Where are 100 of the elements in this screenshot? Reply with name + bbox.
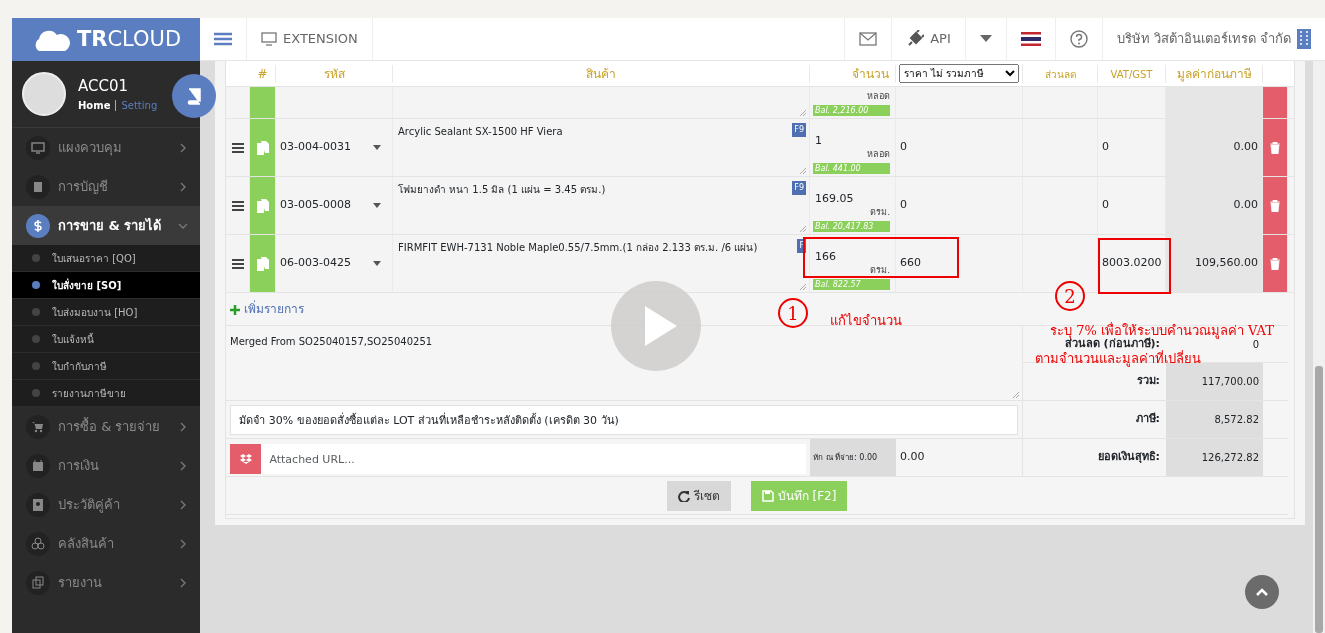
summary-value: 117,700.00 [1201, 375, 1259, 389]
setting-link[interactable]: Setting [115, 99, 158, 111]
unit-label: หลอด [867, 147, 890, 161]
submenu-item[interactable]: ใบกำกับภาษี [12, 353, 200, 380]
submenu-item[interactable]: ใบส่งมอบงาน [HO] [12, 299, 200, 326]
sidebar-item[interactable]: คลังสินค้า [12, 524, 200, 563]
vat-field[interactable]: 0 [1102, 139, 1109, 156]
column-header: มูลค่าก่อนภาษี [1176, 66, 1252, 81]
scrollbar-thumb[interactable] [1315, 366, 1323, 633]
sidebar-item[interactable]: การซื้อ & รายจ่าย [12, 407, 200, 446]
item-code: 03-004-0031 [280, 139, 351, 156]
plus-icon [230, 304, 240, 315]
flag-icon [1020, 32, 1041, 46]
dropbox-icon [239, 454, 252, 464]
quantity-field[interactable]: 166 [815, 249, 836, 266]
row-tab[interactable] [250, 119, 276, 176]
resize-grip-icon [800, 284, 806, 290]
delete-button[interactable] [1263, 177, 1288, 234]
row-tab[interactable] [250, 235, 276, 292]
drag-handle-icon [231, 258, 244, 269]
price-field[interactable]: 0 [900, 139, 907, 156]
reset-button[interactable]: รีเซต [666, 480, 731, 511]
amount-cell: 0.00 [1166, 119, 1263, 176]
unit-label: ตรม. [870, 205, 890, 219]
dropbox-button[interactable] [230, 444, 262, 474]
summary-value: 0 [1252, 337, 1259, 352]
resize-grip-icon [800, 226, 806, 232]
product-name: โฟมยางดำ หนา 1.5 มิล (1 แผ่น = 3.45 ตรม.) [398, 183, 606, 197]
chevron-up-icon [1255, 587, 1269, 597]
trash-icon [1270, 141, 1280, 154]
calendar-icon [31, 458, 45, 473]
notes-field[interactable]: Merged From SO25040157,SO25040251 [226, 326, 1022, 400]
cart-icon [31, 419, 45, 434]
monitor-icon [261, 32, 277, 46]
chevron-right-icon [178, 181, 188, 192]
summary-label: ยอดเงินสุทธิ: [1097, 449, 1160, 466]
submenu-item[interactable]: รายงานภาษีขาย [12, 380, 200, 407]
resize-grip-icon [800, 168, 806, 174]
withholding-label: หัก ณ ที่จ่าย: 0.00 [813, 451, 878, 464]
price-field[interactable]: 0 [900, 197, 907, 214]
item-code: 03-005-0008 [280, 197, 351, 214]
chevron-right-icon [178, 499, 188, 510]
quantity-field[interactable]: 1 [815, 133, 822, 150]
url-field[interactable]: Attached URL... [261, 444, 806, 474]
copy-icon [31, 575, 45, 590]
caret-icon [372, 203, 381, 208]
sidebar-item[interactable]: แผงควบคุม [12, 128, 200, 167]
delete-button[interactable] [1263, 119, 1288, 176]
item-code: 06-003-0425 [280, 255, 351, 272]
submenu-item[interactable]: ใบแจ้งหนี้ [12, 326, 200, 353]
summary-value: 8,572.82 [1214, 413, 1259, 427]
column-header: จำนวน [852, 66, 889, 81]
submenu-item[interactable]: ใบเสนอราคา [QO] [12, 245, 200, 272]
product-name: Arcylic Sealant SX-1500 HF Viera [398, 125, 563, 139]
vat-field[interactable]: 8003.0200 [1102, 255, 1162, 272]
extension-button[interactable]: EXTENSION [247, 18, 373, 60]
scroll-top-button[interactable] [1245, 575, 1279, 609]
book-button[interactable] [172, 74, 216, 118]
sidebar-item[interactable]: การเงิน [12, 446, 200, 485]
caret-icon [372, 261, 381, 266]
sidebar-item[interactable]: การขาย & รายได้ [12, 206, 200, 245]
add-item-link[interactable]: เพิ่มรายการ [230, 300, 304, 318]
help-icon [1069, 30, 1088, 48]
summary-label: รวม: [1136, 373, 1160, 390]
delete-button[interactable] [1263, 87, 1288, 118]
trash-icon [1270, 257, 1280, 270]
vat-field[interactable]: 0 [1102, 197, 1109, 214]
product-name: FIRMFIT EWH-7131 Noble Maple0.55/7.5mm.(1 กล่อง 2.133 ตร.ม. /6 แผ่น) [398, 241, 758, 255]
mail-icon [859, 32, 878, 46]
column-header: # [257, 66, 268, 81]
step-number: 1 [778, 298, 808, 328]
sidebar-item[interactable]: การบัญชี [12, 167, 200, 206]
sidebar-item[interactable]: ประวัติคู่ค้า [12, 485, 200, 524]
delete-button[interactable] [1263, 235, 1288, 292]
chevron-right-icon [178, 538, 188, 549]
sidebar-item[interactable]: รายงาน [12, 563, 200, 602]
annotation-text: ตามจำนวนและมูลค่าที่เปลี่ยน [1035, 349, 1201, 369]
column-header: รหัส [323, 66, 345, 81]
unit-label: หลอด [867, 89, 890, 103]
column-header: สินค้า [586, 66, 616, 81]
document-icon [256, 198, 269, 213]
row-tab[interactable] [250, 177, 276, 234]
shortcut-badge[interactable]: F9 [792, 123, 806, 137]
api-button[interactable]: API [891, 18, 965, 60]
caret-icon [979, 35, 992, 43]
remark-field[interactable]: มัดจำ 30% ของยอดสั่งซื้อแต่ละ LOT ส่วนที่เหลือชำระหลังติดตั้ง (เครดิต 30 วัน) [230, 405, 1018, 435]
chevron-right-icon [178, 421, 188, 432]
resize-grip-icon [1013, 392, 1019, 398]
price-mode-select[interactable]: ราคา ไม่ รวมภาษี [899, 64, 1019, 83]
refresh-icon [677, 489, 690, 502]
price-field[interactable]: 660 [900, 255, 921, 272]
submenu-item[interactable]: ใบสั่งขาย [SO] [12, 272, 200, 299]
menu-icon [214, 32, 232, 46]
shortcut-badge[interactable]: F9 [792, 181, 806, 195]
step-number: 2 [1055, 281, 1085, 311]
chevron-right-icon [178, 142, 188, 153]
home-link[interactable]: Home [78, 99, 111, 111]
monitor-icon [31, 140, 45, 155]
amount-cell: 109,560.00 [1166, 235, 1263, 292]
quantity-field[interactable]: 169.05 [815, 191, 854, 208]
